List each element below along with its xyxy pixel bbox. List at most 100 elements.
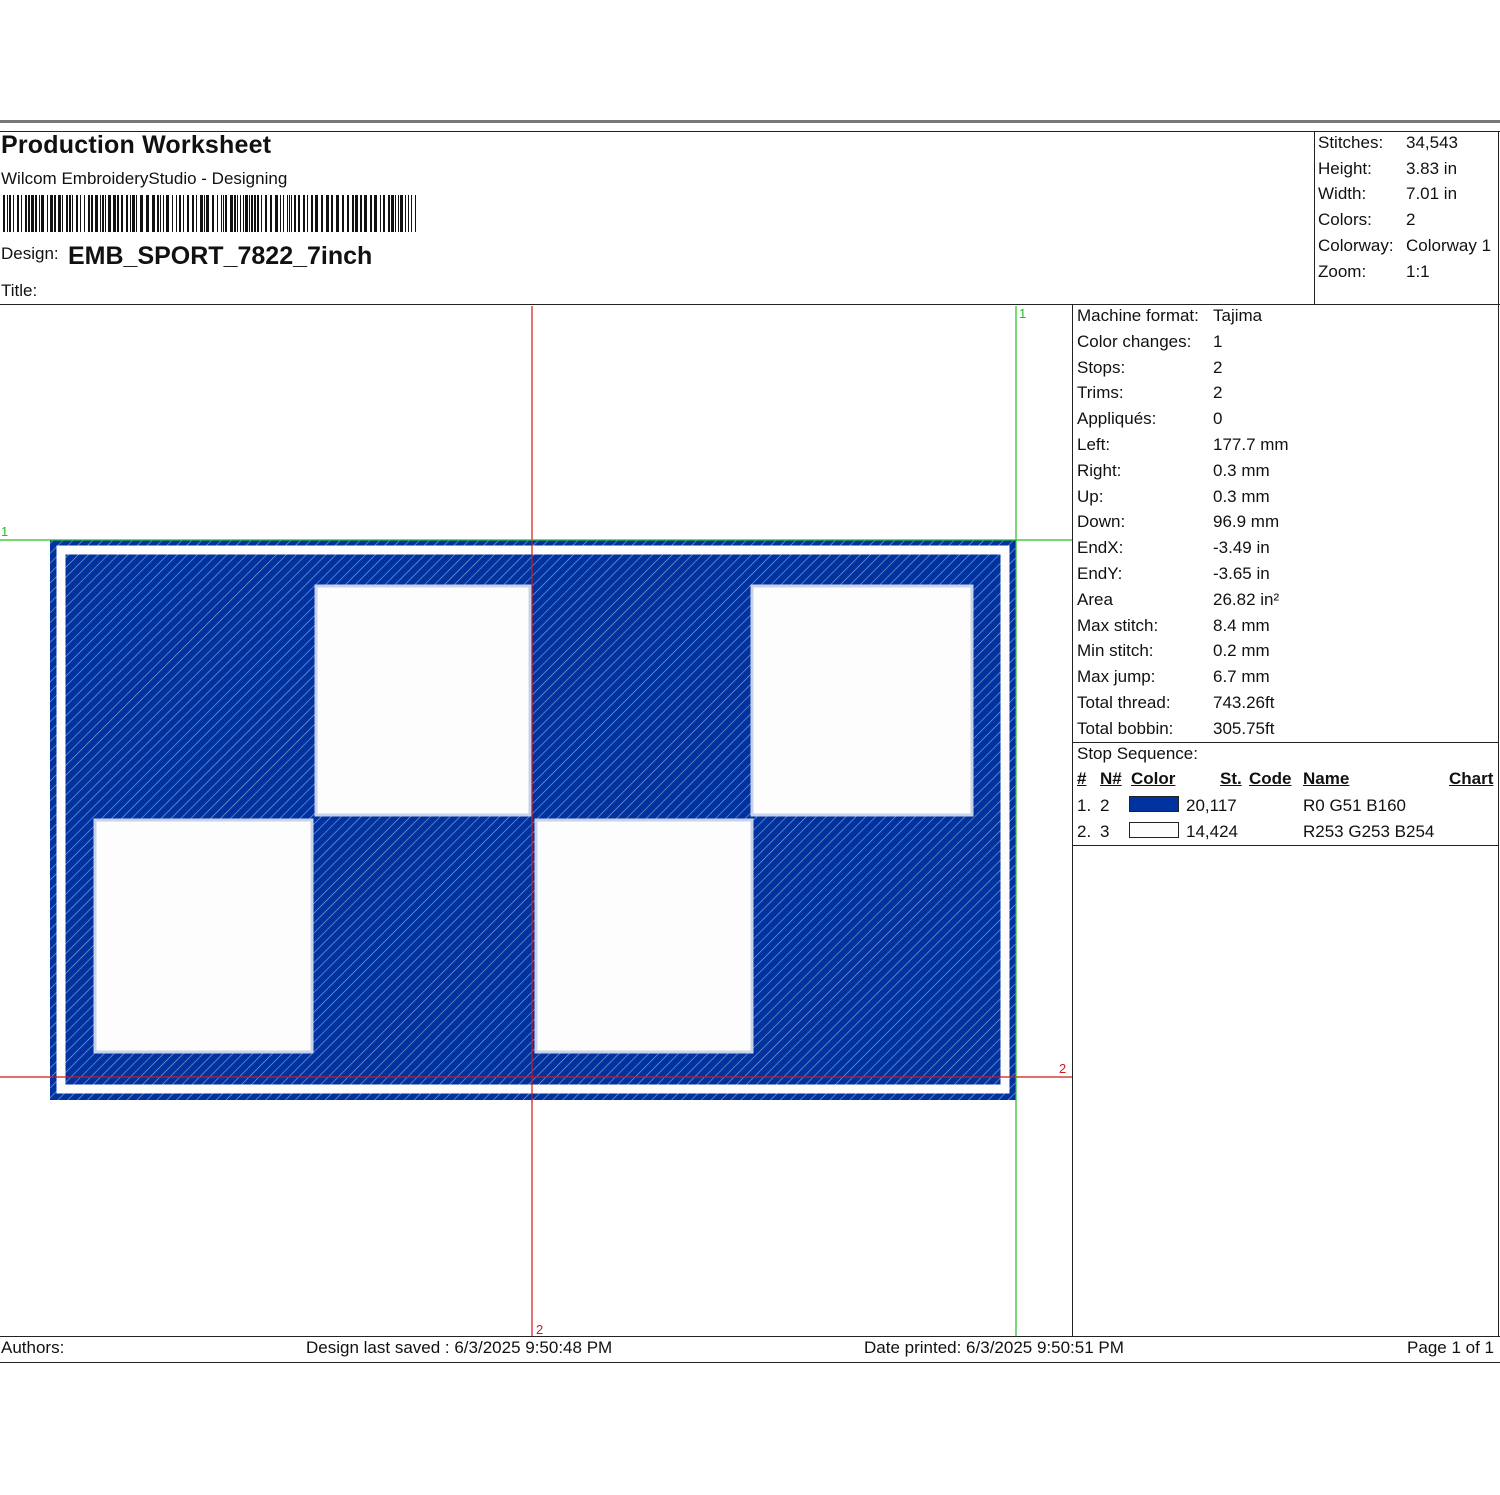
barcode-bar bbox=[237, 195, 238, 232]
barcode-bar bbox=[280, 195, 281, 232]
stop-number: 2. bbox=[1077, 822, 1092, 841]
footer-last-saved: Design last saved : 6/3/2025 9:50:48 PM bbox=[306, 1338, 613, 1357]
barcode-bar bbox=[405, 195, 406, 232]
barcode-bar bbox=[206, 195, 209, 232]
stop-needle: 3 bbox=[1100, 822, 1110, 841]
summary-label: Colors: bbox=[1318, 210, 1372, 229]
barcode-bar bbox=[113, 195, 116, 232]
barcode-bar bbox=[270, 195, 272, 232]
detail-label: Total thread: bbox=[1077, 693, 1171, 712]
barcode-bar bbox=[204, 195, 205, 232]
barcode-bar bbox=[88, 195, 90, 232]
barcode-bar bbox=[9, 195, 11, 232]
detail-label: Max stitch: bbox=[1077, 615, 1159, 635]
barcode-bar bbox=[243, 195, 244, 232]
barcode-bar bbox=[192, 195, 194, 232]
barcode-bar bbox=[251, 195, 253, 232]
barcode-bar bbox=[58, 195, 61, 232]
barcode-bar bbox=[200, 195, 203, 232]
barcode-bar bbox=[230, 195, 233, 232]
col-header-name: Name bbox=[1303, 769, 1350, 788]
summary-label: Zoom: bbox=[1318, 262, 1367, 281]
stop-needle: 2 bbox=[1100, 796, 1110, 815]
barcode-bar bbox=[76, 195, 78, 232]
red-horizontal-marker-label: 2 bbox=[1059, 1061, 1066, 1076]
barcode-bar bbox=[321, 195, 323, 232]
barcode-bar bbox=[380, 195, 381, 232]
barcode-bar bbox=[383, 195, 385, 232]
barcode-bar bbox=[39, 195, 40, 232]
footer-border-bottom bbox=[0, 1362, 1500, 1363]
detail-label: Max jump: bbox=[1077, 667, 1156, 687]
detail-label: Trims: bbox=[1077, 383, 1124, 403]
barcode-bar bbox=[196, 195, 197, 232]
color-swatch bbox=[1129, 796, 1179, 812]
detail-value: 26.82 in² bbox=[1213, 589, 1280, 609]
page-title: Production Worksheet bbox=[1, 131, 272, 159]
barcode-bar bbox=[223, 195, 224, 232]
barcode-bar bbox=[336, 195, 339, 232]
barcode-bar bbox=[342, 195, 344, 232]
color-swatch bbox=[1129, 822, 1179, 838]
barcode-bar bbox=[50, 195, 53, 232]
col-header-stitches: St. bbox=[1220, 769, 1242, 788]
barcode-bar bbox=[395, 195, 396, 232]
summary-label: Width: bbox=[1318, 184, 1367, 203]
detail-label: Total bobbin: bbox=[1077, 718, 1174, 738]
barcode-bar bbox=[72, 195, 73, 232]
design-label: Design: bbox=[1, 244, 59, 263]
barcode-bar bbox=[152, 195, 155, 232]
design-preview: 1 1 2 2 bbox=[0, 306, 1072, 1336]
barcode-bar bbox=[69, 195, 71, 232]
summary-label: Height: bbox=[1318, 159, 1372, 178]
barcode-bar bbox=[136, 195, 137, 232]
col-header-chart: Chart bbox=[1449, 769, 1494, 788]
detail-label: Stops: bbox=[1077, 357, 1126, 377]
barcode-bar bbox=[261, 195, 262, 232]
barcode-bar bbox=[102, 195, 104, 232]
detail-value: 305.75ft bbox=[1213, 718, 1275, 738]
stop-sequence-border-bottom bbox=[1072, 845, 1498, 846]
barcode-bar bbox=[298, 195, 300, 232]
detail-value: 1 bbox=[1213, 331, 1223, 351]
summary-value: Colorway 1 bbox=[1406, 236, 1492, 255]
barcode-bar bbox=[217, 195, 218, 232]
barcode-bar bbox=[212, 195, 214, 232]
production-worksheet: Production Worksheet Wilcom EmbroiderySt… bbox=[0, 0, 1500, 1495]
detail-label: Area bbox=[1077, 589, 1113, 609]
barcode-bar bbox=[289, 195, 290, 232]
stop-stitches: 20,117 bbox=[1186, 796, 1237, 815]
barcode-bar bbox=[62, 195, 63, 232]
stop-color-name: R0 G51 B160 bbox=[1303, 796, 1407, 815]
detail-value: 96.9 mm bbox=[1213, 512, 1280, 532]
barcode-bar bbox=[326, 195, 329, 232]
detail-label: Appliqués: bbox=[1077, 409, 1157, 429]
summary-value: 34,543 bbox=[1406, 133, 1458, 152]
barcode-bar bbox=[400, 195, 403, 232]
summary-value: 7.01 in bbox=[1406, 184, 1458, 203]
detail-value: 0.3 mm bbox=[1213, 460, 1270, 480]
barcode-bar bbox=[179, 195, 181, 232]
barcode-bar bbox=[21, 195, 22, 232]
barcode-bar bbox=[311, 195, 313, 232]
software-name: Wilcom EmbroideryStudio - Designing bbox=[1, 169, 288, 188]
detail-value: 743.26ft bbox=[1213, 693, 1275, 712]
barcode-bar bbox=[28, 195, 30, 232]
barcode-bar bbox=[331, 195, 333, 232]
barcode-bar bbox=[140, 195, 143, 232]
barcode-bar bbox=[388, 195, 390, 232]
barcode-bar bbox=[391, 195, 394, 232]
right-border bbox=[1498, 131, 1499, 1336]
barcode-bar bbox=[315, 195, 318, 232]
barcode-bar bbox=[35, 195, 37, 232]
barcode-bar bbox=[411, 195, 412, 232]
barcode-bar bbox=[275, 195, 278, 232]
green-vertical-marker-label: 1 bbox=[1019, 306, 1026, 321]
detail-label: EndX: bbox=[1077, 538, 1124, 558]
checker-square-white bbox=[93, 818, 314, 1054]
barcode-bar bbox=[157, 195, 159, 232]
summary-value: 1:1 bbox=[1406, 262, 1430, 281]
barcode-bar bbox=[47, 195, 48, 232]
checker-square-white bbox=[534, 818, 754, 1054]
barcode-bar bbox=[294, 195, 296, 232]
